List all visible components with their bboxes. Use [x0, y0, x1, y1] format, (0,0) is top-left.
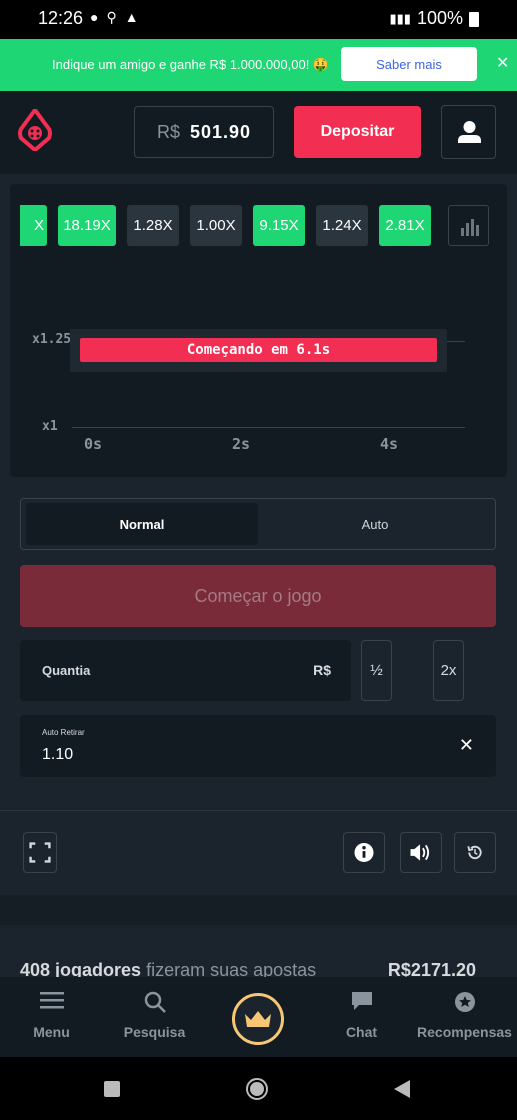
nav-menu[interactable]: Menu	[0, 977, 103, 1057]
bar-chart-icon	[461, 219, 479, 236]
divider	[0, 810, 517, 811]
start-game-button[interactable]: Começar o jogo	[20, 565, 496, 627]
section-gap	[0, 895, 517, 925]
deposit-button[interactable]: Depositar	[294, 106, 421, 158]
nav-chat[interactable]: Chat	[310, 977, 413, 1057]
quantity-label: Quantia	[42, 663, 91, 678]
top-header: R$ 501.90 Depositar	[0, 91, 517, 174]
chat-icon	[351, 992, 372, 1010]
signal-icon: ▮▮▮	[389, 10, 411, 26]
warning-icon: ▲	[124, 9, 139, 25]
nav-chat-label: Chat	[345, 1024, 378, 1040]
history-multiplier[interactable]: 18.19X	[58, 205, 116, 246]
logo-icon[interactable]	[18, 109, 52, 151]
info-icon	[354, 842, 374, 863]
fullscreen-button[interactable]	[23, 832, 57, 873]
x-axis-label: 0s	[84, 435, 103, 453]
star-badge-icon	[454, 992, 475, 1012]
clear-icon[interactable]: ✕	[459, 735, 474, 756]
history-multiplier[interactable]: 9.15X	[253, 205, 305, 246]
tab-normal[interactable]: Normal	[26, 503, 258, 545]
y-axis-label: x1	[42, 419, 58, 434]
learn-more-button[interactable]: Saber mais	[341, 47, 477, 81]
history-multiplier[interactable]: 1.28X	[127, 205, 179, 246]
menu-icon	[39, 992, 64, 1009]
nav-vip[interactable]	[232, 993, 284, 1045]
x-axis-label: 2s	[232, 435, 251, 453]
status-bar: 12:26 ● ⚲ ▲ ▮▮▮ 100%	[0, 0, 517, 39]
players-summary: 408 jogadores fizeram suas apostas R$217…	[0, 925, 517, 980]
auto-cashout-label: Auto Retirar	[42, 728, 85, 737]
quantity-input[interactable]: Quantia R$	[20, 640, 351, 701]
promo-banner: Indique um amigo e ganhe R$ 1.000.000,00…	[0, 39, 517, 91]
nav-search-label: Pesquisa	[123, 1024, 186, 1040]
auto-cashout-value[interactable]: 1.10	[42, 746, 73, 764]
balance-display[interactable]: R$ 501.90	[134, 106, 274, 158]
mode-tabs: Normal Auto	[20, 498, 496, 550]
balance-value: 501.90	[189, 121, 252, 142]
facebook-icon: ●	[90, 9, 99, 25]
nav-rewards[interactable]: Recompensas	[413, 977, 516, 1057]
history-chart-button[interactable]	[448, 205, 489, 246]
x-axis-label: 4s	[380, 435, 399, 453]
history-multiplier[interactable]: X	[20, 205, 47, 246]
notification-icons: ● ⚲ ▲	[90, 9, 139, 26]
quantity-currency: R$	[313, 662, 331, 678]
home-icon[interactable]	[245, 1077, 269, 1101]
grid-line	[72, 427, 465, 428]
game-panel: X 18.19X 1.28X 1.00X 9.15X 1.24X 2.81X x…	[10, 184, 507, 477]
close-promo-icon[interactable]: ✕	[496, 53, 509, 73]
auto-cashout-field[interactable]: Auto Retirar 1.10 ✕	[20, 715, 496, 777]
search-icon	[144, 991, 166, 1013]
user-icon	[458, 121, 481, 143]
bottom-nav: Menu Pesquisa Chat Recompensas	[0, 977, 517, 1057]
nav-rewards-label: Recompensas	[417, 1024, 512, 1040]
nav-menu-label: Menu	[33, 1024, 70, 1040]
volume-icon	[410, 844, 430, 861]
promo-text: Indique um amigo e ganhe R$ 1.000.000,00…	[52, 57, 330, 72]
history-multiplier[interactable]: 2.81X	[379, 205, 431, 246]
sound-button[interactable]	[400, 832, 442, 873]
bike-icon: ⚲	[106, 9, 117, 25]
fullscreen-icon	[29, 842, 51, 863]
history-multiplier[interactable]: 1.00X	[190, 205, 242, 246]
half-bet-button[interactable]: ½	[361, 640, 392, 701]
tab-auto[interactable]: Auto	[259, 503, 491, 545]
battery-icon	[469, 12, 479, 27]
profile-button[interactable]	[441, 105, 496, 159]
battery-percent: 100%	[416, 8, 463, 28]
y-axis-label: x1.25	[32, 332, 72, 347]
countdown-text: Começando em 6.1s	[80, 338, 437, 362]
history-button[interactable]	[454, 832, 496, 873]
recents-icon[interactable]	[103, 1080, 121, 1098]
system-icons: ▮▮▮ 100%	[389, 8, 477, 29]
double-bet-button[interactable]: 2x	[433, 640, 464, 701]
nav-search[interactable]: Pesquisa	[103, 977, 206, 1057]
history-multiplier[interactable]: 1.24X	[316, 205, 368, 246]
countdown-box: Começando em 6.1s	[70, 329, 447, 372]
status-time: 12:26	[38, 8, 84, 28]
back-icon[interactable]	[393, 1079, 411, 1099]
android-nav-bar	[0, 1057, 517, 1120]
balance-currency: R$	[156, 121, 180, 142]
history-icon	[467, 845, 482, 860]
crown-icon	[245, 1011, 271, 1027]
info-button[interactable]	[343, 832, 385, 873]
